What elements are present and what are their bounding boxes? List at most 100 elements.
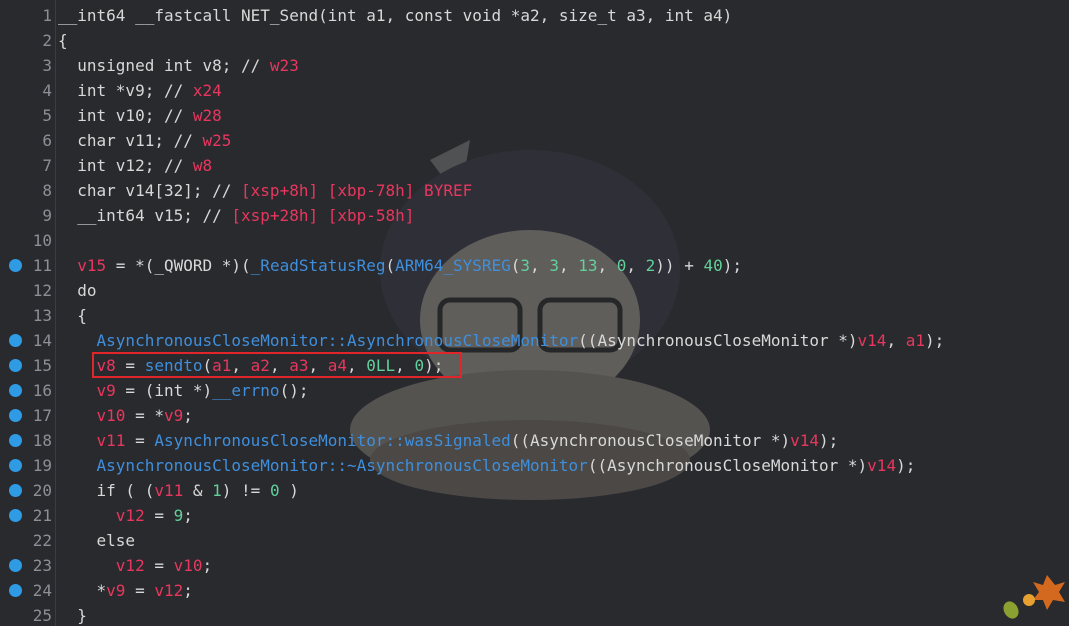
code-token: = * bbox=[125, 406, 164, 425]
code-token: ((AsynchronousCloseMonitor *) bbox=[587, 456, 868, 475]
code-token: int *v9; // bbox=[58, 81, 193, 100]
line-number: 3 bbox=[42, 56, 52, 75]
code-token: [xsp+8h] [xbp-78h] BYREF bbox=[241, 181, 473, 200]
code-token: __int64 __fastcall NET_Send(int a1, cons… bbox=[58, 6, 733, 25]
code-token: ( bbox=[510, 256, 521, 275]
code-token: [xsp+28h] [xbp-58h] bbox=[231, 206, 415, 225]
line-number: 9 bbox=[42, 206, 52, 225]
code-line[interactable]: 17 v10 = *v9; bbox=[0, 403, 1069, 428]
line-number: 12 bbox=[32, 281, 52, 300]
line-number: 18 bbox=[32, 431, 52, 450]
code-token: , bbox=[347, 356, 367, 375]
code-text: v15 = *(_QWORD *)(_ReadStatusReg(ARM64_S… bbox=[58, 253, 742, 278]
code-token: v14 bbox=[867, 456, 897, 475]
code-token: v12 bbox=[115, 556, 145, 575]
code-line[interactable]: 9 __int64 v15; // [xsp+28h] [xbp-58h] bbox=[0, 203, 1069, 228]
code-token: } bbox=[58, 606, 87, 625]
code-token: ); bbox=[819, 431, 839, 450]
code-line[interactable]: 13 { bbox=[0, 303, 1069, 328]
code-token: ; bbox=[183, 506, 193, 525]
code-line[interactable]: 15 v8 = sendto(a1, a2, a3, a4, 0LL, 0); bbox=[0, 353, 1069, 378]
code-token: v8 bbox=[96, 356, 116, 375]
code-line[interactable]: 14 AsynchronousCloseMonitor::Asynchronou… bbox=[0, 328, 1069, 353]
code-editor[interactable]: 1 __int64 __fastcall NET_Send(int a1, con… bbox=[0, 0, 1069, 626]
line-number: 10 bbox=[32, 231, 52, 250]
code-token: AsynchronousCloseMonitor::wasSignaled bbox=[154, 431, 511, 450]
code-text: char v14[32]; // [xsp+8h] [xbp-78h] BYRE… bbox=[58, 178, 472, 203]
code-token: ((AsynchronousCloseMonitor *) bbox=[578, 331, 858, 350]
code-line[interactable]: 20 if ( (v11 & 1) != 0 ) bbox=[0, 478, 1069, 503]
code-text: int v12; // w8 bbox=[58, 153, 212, 178]
code-line[interactable]: 12 do bbox=[0, 278, 1069, 303]
code-token: * bbox=[58, 581, 107, 600]
code-token: v10 bbox=[173, 556, 203, 575]
code-token: , bbox=[626, 256, 646, 275]
code-line[interactable]: 8 char v14[32]; // [xsp+8h] [xbp-78h] BY… bbox=[0, 178, 1069, 203]
code-token: ); bbox=[896, 456, 916, 475]
code-line[interactable]: 25 } bbox=[0, 603, 1069, 626]
code-token: ); bbox=[722, 256, 742, 275]
code-token: v15 bbox=[77, 256, 107, 275]
code-line[interactable]: 1 __int64 __fastcall NET_Send(int a1, con… bbox=[0, 3, 1069, 28]
code-line[interactable]: 11 v15 = *(_QWORD *)(_ReadStatusReg(ARM6… bbox=[0, 253, 1069, 278]
code-token: { bbox=[58, 306, 87, 325]
code-token: ; bbox=[202, 556, 213, 575]
code-token: w25 bbox=[202, 131, 232, 150]
code-token: , bbox=[886, 331, 906, 350]
code-token: __errno bbox=[212, 381, 280, 400]
code-token: 2 bbox=[645, 256, 656, 275]
code-text: v12 = 9; bbox=[58, 503, 193, 528]
code-line[interactable]: 18 v11 = AsynchronousCloseMonitor::wasSi… bbox=[0, 428, 1069, 453]
code-line[interactable]: 22 else bbox=[0, 528, 1069, 553]
code-token: x24 bbox=[192, 81, 222, 100]
code-token: if ( ( bbox=[58, 481, 155, 500]
fruit-sticker-icon bbox=[1003, 575, 1065, 619]
code-line[interactable]: 3 unsigned int v8; // w23 bbox=[0, 53, 1069, 78]
code-token: 0 bbox=[616, 256, 627, 275]
code-token: ( bbox=[202, 356, 213, 375]
code-token: ; bbox=[183, 581, 193, 600]
code-token: int v10; // bbox=[58, 106, 193, 125]
line-number: 8 bbox=[42, 181, 52, 200]
code-token: v14 bbox=[790, 431, 820, 450]
code-token: v11 bbox=[154, 481, 184, 500]
code-token: w28 bbox=[192, 106, 222, 125]
code-token: 3 bbox=[549, 256, 559, 275]
code-line[interactable]: 23 v12 = v10; bbox=[0, 553, 1069, 578]
code-token: a1 bbox=[905, 331, 925, 350]
code-token: ); bbox=[924, 331, 945, 350]
code-line[interactable]: 4 int *v9; // x24 bbox=[0, 78, 1069, 103]
code-line[interactable]: 5 int v10; // w28 bbox=[0, 103, 1069, 128]
line-number: 21 bbox=[32, 506, 52, 525]
code-line[interactable]: 16 v9 = (int *)__errno(); bbox=[0, 378, 1069, 403]
code-line[interactable]: 7 int v12; // w8 bbox=[0, 153, 1069, 178]
code-token: = bbox=[115, 356, 145, 375]
code-token: AsynchronousCloseMonitor::~AsynchronousC… bbox=[96, 456, 588, 475]
code-token: else bbox=[58, 531, 136, 550]
line-number: 14 bbox=[32, 331, 52, 350]
code-token: 40 bbox=[703, 256, 723, 275]
code-token: 1 bbox=[212, 481, 222, 500]
line-number: 23 bbox=[32, 556, 52, 575]
code-token: unsigned int v8; // bbox=[58, 56, 270, 75]
line-number: 25 bbox=[32, 606, 52, 625]
code-token: = *(_QWORD *)( bbox=[106, 256, 251, 275]
code-line[interactable]: 21 v12 = 9; bbox=[0, 503, 1069, 528]
code-text: AsynchronousCloseMonitor::AsynchronousCl… bbox=[58, 328, 945, 353]
code-line[interactable]: 10 bbox=[0, 228, 1069, 253]
code-text: v9 = (int *)__errno(); bbox=[58, 378, 309, 403]
code-line[interactable]: 19 AsynchronousCloseMonitor::~Asynchrono… bbox=[0, 453, 1069, 478]
line-number: 11 bbox=[32, 256, 52, 275]
code-token: a3 bbox=[289, 356, 309, 375]
code-line[interactable]: 2{ bbox=[0, 28, 1069, 53]
code-line[interactable]: 24 *v9 = v12; bbox=[0, 578, 1069, 603]
code-text: v8 = sendto(a1, a2, a3, a4, 0LL, 0); bbox=[58, 353, 444, 378]
code-line[interactable]: 6 char v11; // w25 bbox=[0, 128, 1069, 153]
line-number: 24 bbox=[32, 581, 52, 600]
code-text: if ( (v11 & 1) != 0 ) bbox=[58, 478, 299, 503]
